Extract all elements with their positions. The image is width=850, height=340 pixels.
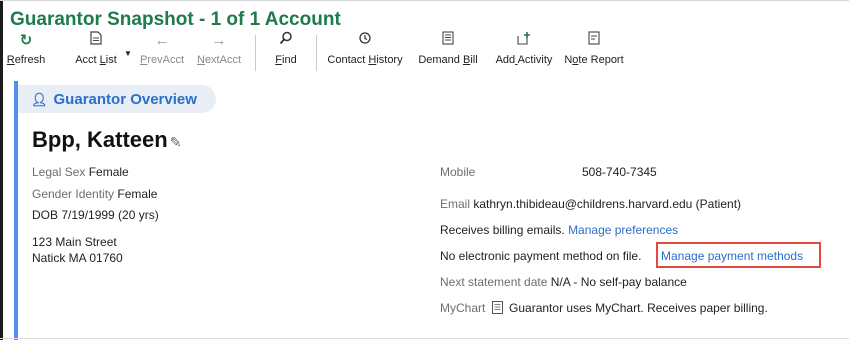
email-value: kathryn.thibideau@childrens.harvard.edu … [473,197,742,211]
address-line2: Natick MA 01760 [32,251,123,265]
add-activity-button[interactable]: Add Activity [492,31,556,75]
email-row: Email kathryn.thibideau@childrens.harvar… [440,197,741,211]
next-statement-value: N/A - No self-pay balance [550,275,687,289]
note-report-label: Note Report [564,54,624,66]
find-button[interactable]: Find [268,31,304,75]
add-activity-label: Add Activity [495,54,553,66]
contact-history-label: Contact History [327,54,403,66]
section-title: Guarantor Overview [53,91,197,108]
person-icon: 👤︎ [31,92,48,107]
bill-icon [410,31,486,51]
legal-sex-row: Legal Sex Female [32,165,129,179]
prev-acct-label: PrevAcct [139,54,185,66]
acct-list-label: Acct List [75,54,117,66]
window-title: Guarantor Snapshot - 1 of 1 Account [10,9,341,30]
note-icon [562,31,626,51]
mychart-document-icon [491,301,503,317]
history-icon [326,31,404,51]
find-label: Find [275,54,297,66]
note-report-button[interactable]: Note Report [562,31,626,75]
refresh-button[interactable]: ↻ Refresh [4,31,48,75]
mychart-label: MyChart [440,301,486,315]
email-label: Email [440,197,471,211]
mychart-row: MyChart Guarantor uses MyChart. Receives… [440,301,768,317]
arrow-left-icon: ← [154,32,170,49]
window: Guarantor Snapshot - 1 of 1 Account ↻ Re… [0,0,849,340]
contact-history-button[interactable]: Contact History [326,31,404,75]
dob: DOB 7/19/1999 (20 yrs) [32,208,159,222]
next-acct-label: NextAcct [196,54,242,66]
address-line1: 123 Main Street [32,235,117,249]
prev-acct-button[interactable]: ← PrevAcct [136,31,188,75]
demand-bill-label: Demand Bill [418,54,478,66]
guarantor-name-text: Bpp, Katteen [32,127,168,152]
legal-sex-value: Female [88,165,129,179]
gender-identity-label: Gender Identity [32,187,115,201]
guarantor-name: Bpp, Katteen ✎ [32,127,181,153]
billing-email-row: Receives billing emails. Manage preferen… [440,223,678,237]
acct-list-button[interactable]: Acct List [72,31,120,75]
next-statement-row: Next statement date N/A - No self-pay ba… [440,275,687,289]
gender-identity-row: Gender Identity Female [32,187,157,201]
refresh-icon: ↻ [19,32,33,49]
guarantor-overview-panel: 👤︎ Guarantor Overview Bpp, Katteen ✎ Legal… [14,81,849,340]
chevron-down-icon: ▼ [124,49,132,58]
legal-sex-label: Legal Sex [32,165,86,179]
refresh-label: Refresh [6,54,46,66]
highlight-box [656,242,821,268]
acct-list-dropdown[interactable]: ▼ [122,31,134,75]
search-icon [268,31,304,51]
manage-preferences-link[interactable]: Manage preferences [568,223,678,237]
mobile-label: Mobile [440,165,476,179]
add-activity-icon [492,31,556,51]
arrow-right-icon: → [211,32,227,49]
toolbar-separator [255,35,256,71]
toolbar: ↻ Refresh Acct List ▼ ← PrevAcct → NextA… [0,31,849,77]
gender-identity-value: Female [117,187,158,201]
toolbar-separator [316,35,317,71]
demand-bill-button[interactable]: Demand Bill [410,31,486,75]
panel-accent-bar [14,81,18,340]
mobile-value: 508-740-7345 [582,165,657,179]
edit-pencil-icon[interactable]: ✎ [170,134,182,150]
next-statement-label: Next statement date [440,275,548,289]
billing-email-status: Receives billing emails. [440,223,565,237]
section-header[interactable]: 👤︎ Guarantor Overview [18,85,216,113]
no-payment-text: No electronic payment method on file. [440,249,642,263]
next-acct-button[interactable]: → NextAcct [192,31,246,75]
mychart-status: Guarantor uses MyChart. Receives paper b… [509,301,768,315]
document-icon [72,31,120,51]
